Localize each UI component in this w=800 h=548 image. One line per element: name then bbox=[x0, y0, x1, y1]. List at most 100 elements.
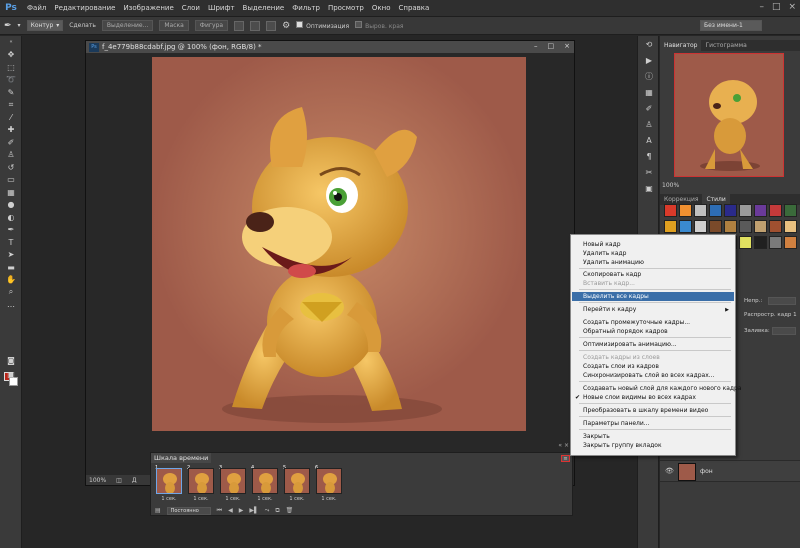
shape-tool-icon[interactable]: ▬ bbox=[0, 261, 22, 274]
layer-comps-icon[interactable]: ▣ bbox=[638, 180, 660, 196]
menu-item[interactable]: Закрыть группу вкладок bbox=[572, 441, 734, 450]
navigator-preview[interactable] bbox=[674, 53, 784, 177]
brush-tool-icon[interactable]: ✐ bbox=[0, 136, 22, 149]
menu-item[interactable]: Параметры панели... bbox=[572, 419, 734, 428]
paragraph-icon[interactable]: ¶ bbox=[638, 148, 660, 164]
properties-icon[interactable]: ▦ bbox=[638, 84, 660, 100]
maximize-icon[interactable]: □ bbox=[548, 42, 555, 50]
marquee-tool-icon[interactable]: ⬚ bbox=[0, 61, 22, 74]
timeline-frame[interactable]: 5 1 сек. bbox=[282, 465, 312, 503]
path-alignment-icon[interactable] bbox=[250, 20, 261, 31]
timeline-tab[interactable]: Шкала времени bbox=[151, 453, 211, 463]
lasso-tool-icon[interactable]: ➰ bbox=[0, 74, 22, 87]
minimize-icon[interactable]: – bbox=[534, 42, 538, 50]
menu-window[interactable]: Окно bbox=[372, 4, 391, 12]
tool-presets-icon[interactable]: ✂ bbox=[638, 164, 660, 180]
style-swatch[interactable] bbox=[724, 204, 737, 217]
brush-presets-icon[interactable]: ✐ bbox=[638, 100, 660, 116]
clone-source-icon[interactable]: ♙ bbox=[638, 116, 660, 132]
tab-histogram[interactable]: Гистограмма bbox=[701, 40, 750, 51]
style-swatch[interactable] bbox=[739, 220, 752, 233]
tab-navigator[interactable]: Навигатор bbox=[660, 40, 702, 51]
style-swatch[interactable] bbox=[754, 204, 767, 217]
style-swatch[interactable] bbox=[769, 220, 782, 233]
clone-stamp-tool-icon[interactable]: ♙ bbox=[0, 149, 22, 162]
eraser-tool-icon[interactable]: ▭ bbox=[0, 174, 22, 187]
history-brush-tool-icon[interactable]: ↺ bbox=[0, 161, 22, 174]
pen-tool-icon[interactable]: ✒ bbox=[4, 21, 12, 31]
frame-delay[interactable]: 1 сек. bbox=[314, 496, 344, 502]
blur-tool-icon[interactable]: ● bbox=[0, 199, 22, 212]
menu-item[interactable]: Создать промежуточные кадры... bbox=[572, 318, 734, 327]
menu-type[interactable]: Шрифт bbox=[208, 4, 235, 12]
auto-add-delete-checkbox[interactable]: Оптимизация bbox=[296, 21, 349, 30]
style-swatch[interactable] bbox=[784, 204, 797, 217]
menu-file[interactable]: Файл bbox=[27, 4, 46, 12]
path-selection-tool-icon[interactable]: ➤ bbox=[0, 249, 22, 262]
collapse-arrows-icon[interactable]: « bbox=[0, 36, 22, 49]
menu-item[interactable]: Новые слои видимы во всех кадрах ✔ bbox=[572, 393, 734, 402]
menu-item[interactable]: Создавать новый слой для каждого нового … bbox=[572, 384, 742, 393]
gradient-tool-icon[interactable]: ▦ bbox=[0, 186, 22, 199]
frame-delay[interactable]: 1 сек. bbox=[250, 496, 280, 502]
style-swatch[interactable] bbox=[694, 204, 707, 217]
menu-item[interactable]: Синхронизировать слой во всех кадрах... bbox=[572, 371, 734, 380]
frame-delay[interactable]: 1 сек. bbox=[154, 496, 184, 502]
doc-info-icon[interactable]: ◫ bbox=[116, 477, 122, 484]
style-swatch[interactable] bbox=[709, 204, 722, 217]
close-icon[interactable]: × bbox=[564, 42, 570, 50]
gear-icon[interactable]: ⚙ bbox=[282, 21, 290, 31]
style-swatch[interactable] bbox=[679, 204, 692, 217]
menu-item[interactable]: Удалить анимацию bbox=[572, 258, 734, 267]
play-icon[interactable]: ▶ bbox=[239, 507, 244, 514]
timeline-frame[interactable]: 3 1 сек. bbox=[218, 465, 248, 503]
image-canvas[interactable] bbox=[152, 57, 526, 431]
crop-tool-icon[interactable]: ⌗ bbox=[0, 99, 22, 112]
propagate-frame-label[interactable]: Распростр. кадр 1 bbox=[744, 312, 797, 318]
menu-item[interactable]: Новый кадр bbox=[572, 240, 734, 249]
zoom-tool-icon[interactable]: ⌕ bbox=[0, 286, 22, 299]
style-swatch[interactable] bbox=[664, 220, 677, 233]
menu-item[interactable]: Вставить кадр... bbox=[572, 279, 734, 288]
frame-delay[interactable]: 1 сек. bbox=[186, 496, 216, 502]
duplicate-frame-icon[interactable]: ⧉ bbox=[275, 507, 279, 515]
quick-selection-tool-icon[interactable]: ✎ bbox=[0, 86, 22, 99]
menu-item[interactable]: Скопировать кадр bbox=[572, 270, 734, 279]
quick-mask-icon[interactable]: ◙ bbox=[0, 354, 22, 367]
panel-collapse-icon[interactable]: « × bbox=[558, 442, 569, 449]
align-edges-checkbox[interactable]: Выров. края bbox=[355, 21, 403, 30]
loop-options-dropdown[interactable]: Постоянно bbox=[166, 506, 211, 515]
frame-delay[interactable]: 1 сек. bbox=[282, 496, 312, 502]
style-swatch[interactable] bbox=[784, 220, 797, 233]
actions-icon[interactable]: ▶ bbox=[638, 52, 660, 68]
screen-mode-icon[interactable]: ▣ bbox=[0, 368, 22, 381]
trash-icon[interactable]: 🗑 bbox=[286, 507, 294, 514]
menu-help[interactable]: Справка bbox=[398, 4, 429, 12]
menu-item[interactable]: Перейти к кадру ▶ bbox=[572, 305, 734, 314]
history-icon[interactable]: ⟲ bbox=[638, 36, 660, 52]
pen-tool-icon[interactable]: ✒ bbox=[0, 224, 22, 237]
panel-menu-icon[interactable]: ≡ bbox=[561, 455, 570, 462]
convert-to-video-icon[interactable]: ▤ bbox=[155, 507, 161, 514]
menu-item[interactable]: Создать слои из кадров bbox=[572, 362, 734, 371]
fill-field[interactable] bbox=[772, 327, 796, 335]
next-frame-icon[interactable]: ▶▌ bbox=[249, 507, 258, 514]
hand-tool-icon[interactable]: ✋ bbox=[0, 274, 22, 287]
style-swatch[interactable] bbox=[664, 204, 677, 217]
menu-image[interactable]: Изображение bbox=[123, 4, 173, 12]
eyedropper-tool-icon[interactable]: ⁄ bbox=[0, 111, 22, 124]
ellipsis-icon[interactable]: … bbox=[0, 299, 22, 312]
info-icon[interactable]: ⓘ bbox=[638, 68, 660, 84]
menu-view[interactable]: Просмотр bbox=[328, 4, 364, 12]
character-icon[interactable]: A bbox=[638, 132, 660, 148]
close-icon[interactable]: × bbox=[788, 2, 796, 12]
menu-item[interactable]: Обратный порядок кадров bbox=[572, 327, 734, 336]
eye-icon[interactable]: 👁 bbox=[665, 467, 674, 475]
timeline-frame[interactable]: 1 1 сек. bbox=[154, 465, 184, 503]
style-swatch[interactable] bbox=[739, 236, 752, 249]
timeline-frame[interactable]: 4 1 сек. bbox=[250, 465, 280, 503]
dodge-tool-icon[interactable]: ◐ bbox=[0, 211, 22, 224]
timeline-frame[interactable]: 2 1 сек. bbox=[186, 465, 216, 503]
previous-frame-icon[interactable]: ◀ bbox=[228, 507, 233, 514]
shape-button[interactable]: Фигура bbox=[194, 20, 229, 31]
